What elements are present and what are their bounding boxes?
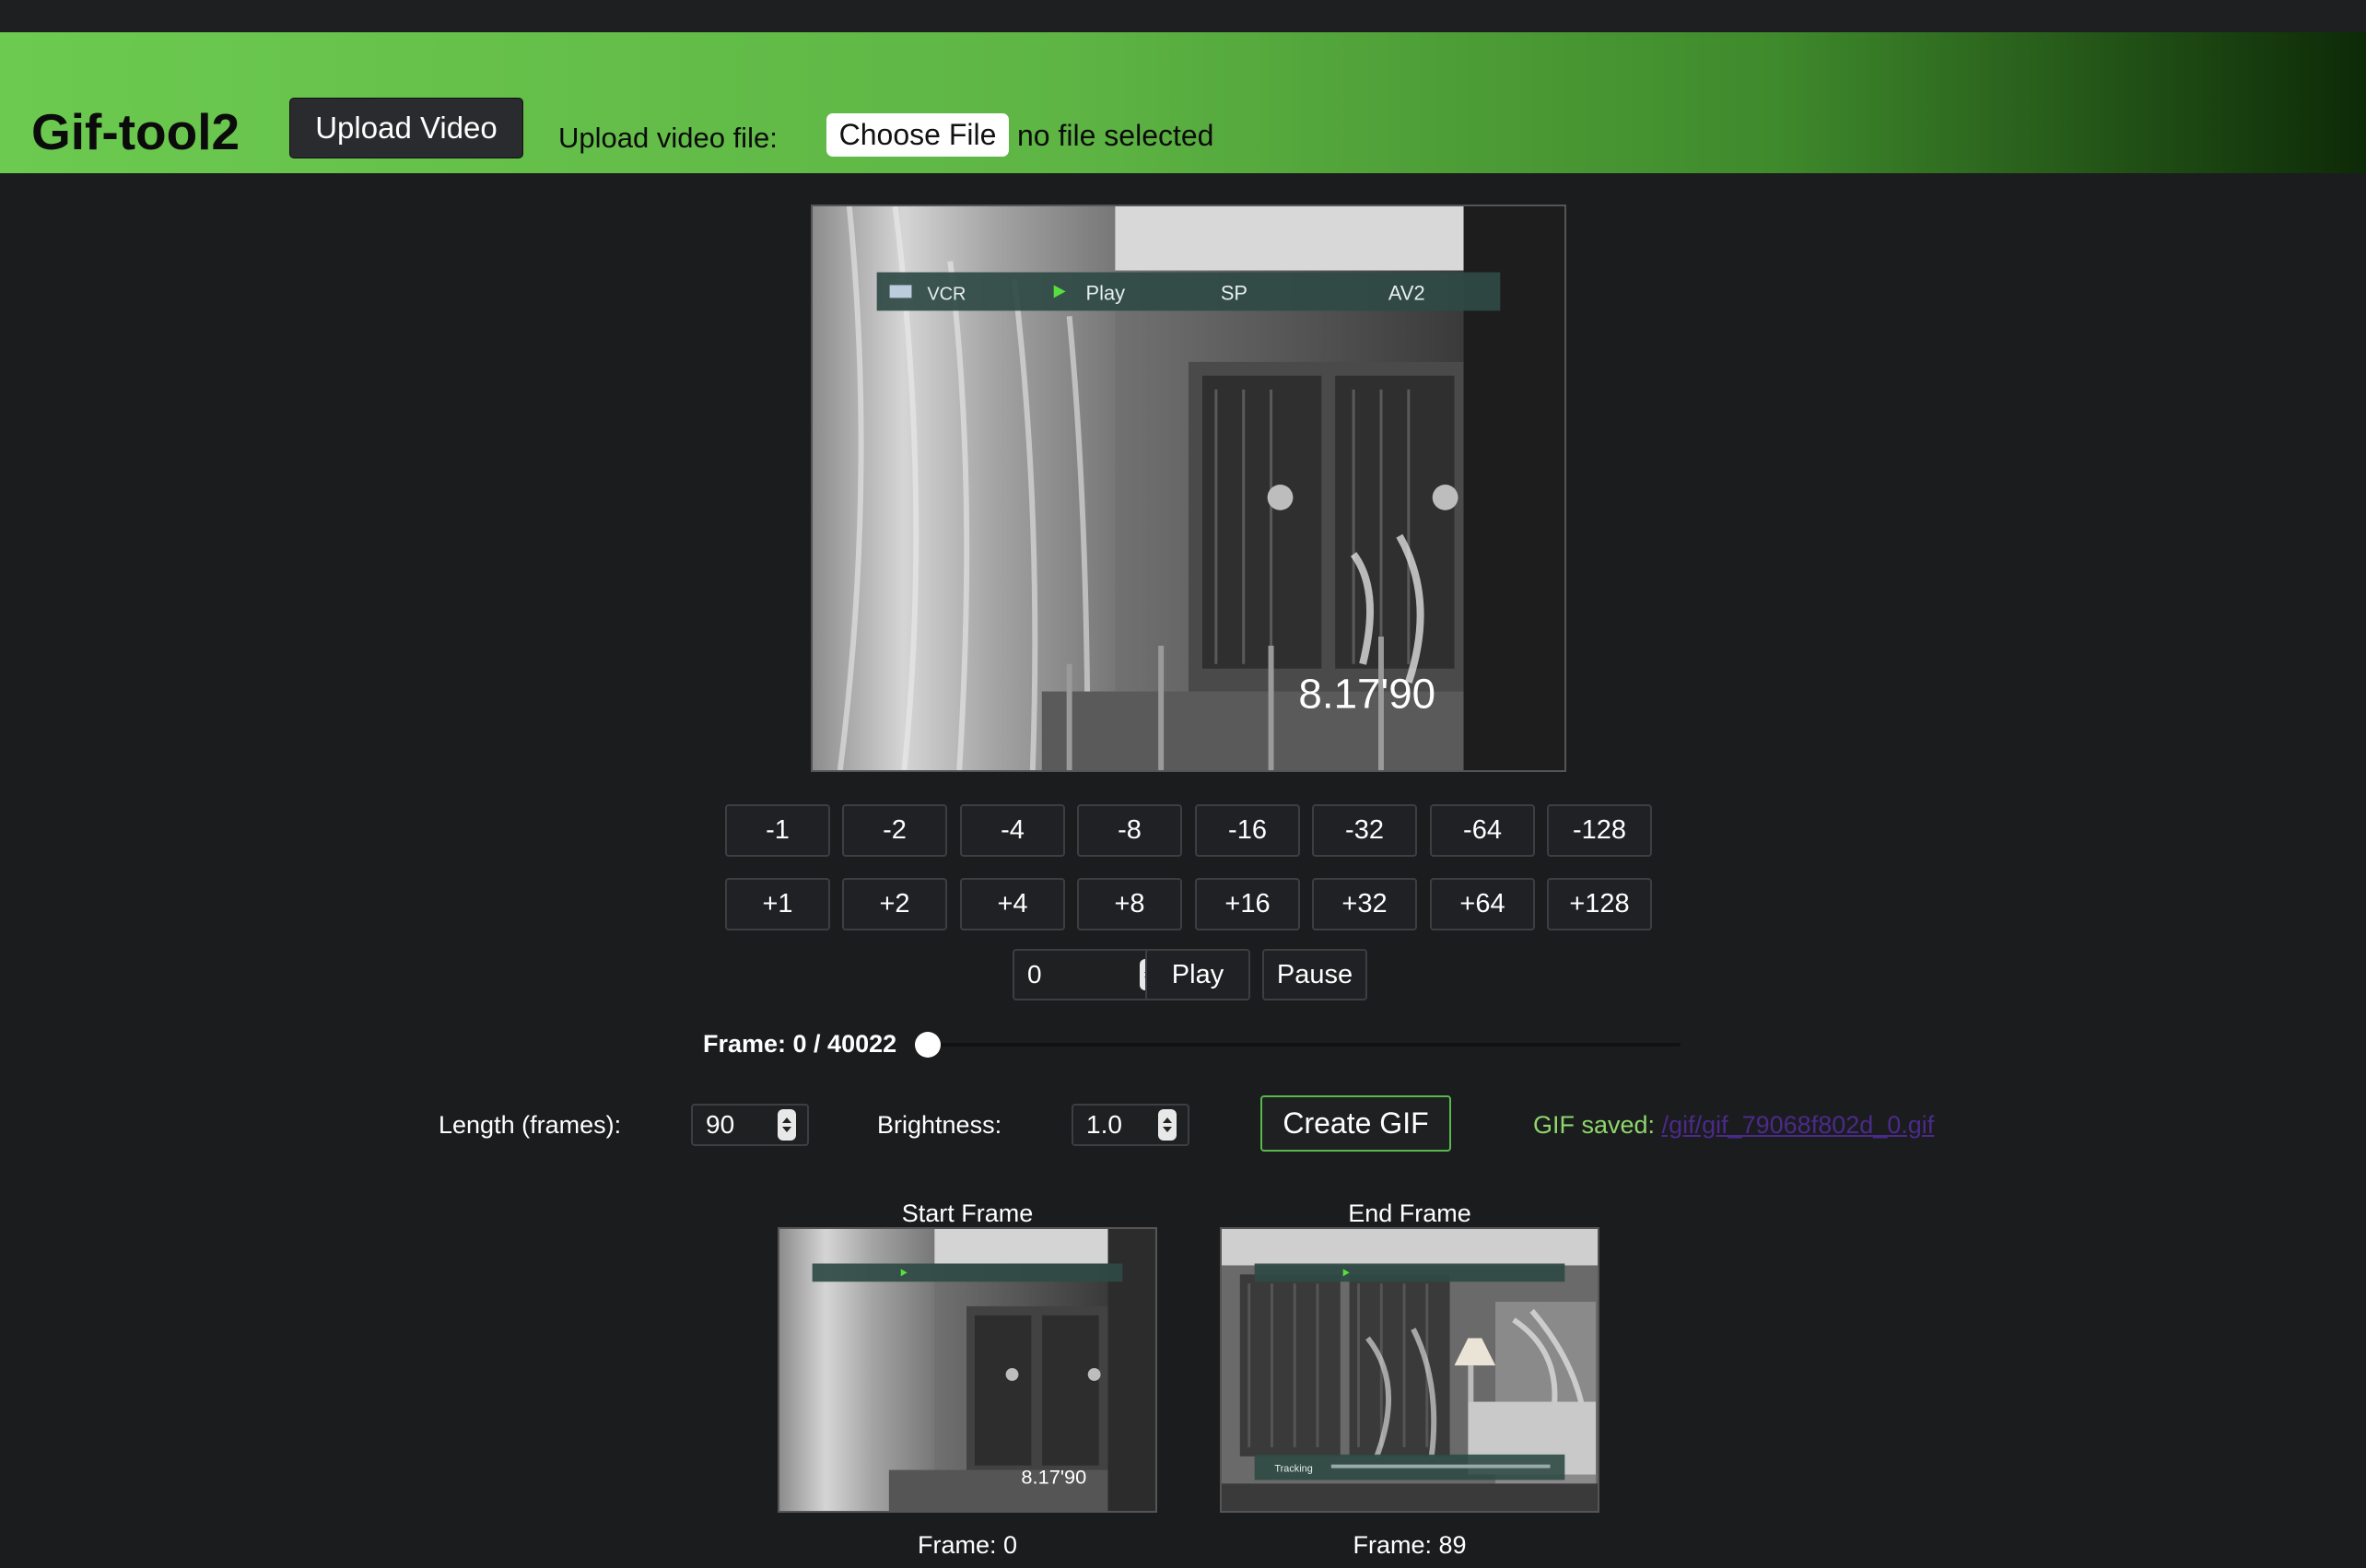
length-value: 90 xyxy=(706,1110,735,1139)
upload-video-button[interactable]: Upload Video xyxy=(289,98,523,158)
start-frame-title: Start Frame xyxy=(901,1199,1034,1227)
window-top-strip xyxy=(0,0,2366,32)
video-timestamp: 8.17'90 xyxy=(1298,670,1435,717)
step-back-2-button[interactable]: -2 xyxy=(842,804,947,857)
step-forward-8-button[interactable]: +8 xyxy=(1077,878,1182,930)
gif-saved-label: GIF saved: xyxy=(1533,1111,1656,1139)
start-frame-thumbnail: 8.17'90 xyxy=(778,1227,1157,1513)
video-preview: VCR Play SP AV2 8.17'90 xyxy=(811,205,1566,772)
step-forward-4-button[interactable]: +4 xyxy=(960,878,1065,930)
osd-mode-text: Play xyxy=(1086,281,1126,304)
brightness-value: 1.0 xyxy=(1086,1110,1122,1139)
start-thumb-timestamp: 8.17'90 xyxy=(1021,1465,1086,1488)
start-frame-number: Frame: 0 xyxy=(917,1531,1018,1559)
upload-file-label: Upload video file: xyxy=(558,122,778,154)
brightness-spinner-icon[interactable] xyxy=(1158,1109,1177,1141)
length-spinner-icon[interactable] xyxy=(778,1109,796,1141)
osd-source-text: VCR xyxy=(927,284,966,304)
length-label: Length (frames): xyxy=(439,1111,622,1139)
step-back-32-button[interactable]: -32 xyxy=(1312,804,1417,857)
gif-saved-status: GIF saved: /gif/gif_79068f802d_0.gif xyxy=(1533,1109,1934,1141)
brightness-input[interactable]: 1.0 xyxy=(1072,1104,1189,1146)
step-forward-2-button[interactable]: +2 xyxy=(842,878,947,930)
step-back-4-button[interactable]: -4 xyxy=(960,804,1065,857)
length-input[interactable]: 90 xyxy=(691,1104,809,1146)
file-status-text: no file selected xyxy=(1017,119,1214,152)
osd-speed-text: SP xyxy=(1221,281,1247,304)
step-back-8-button[interactable]: -8 xyxy=(1077,804,1182,857)
step-forward-128-button[interactable]: +128 xyxy=(1547,878,1652,930)
osd-input-text: AV2 xyxy=(1388,281,1425,304)
frame-counter-label: Frame: 0 / 40022 xyxy=(703,1030,897,1058)
app-header: Gif-tool2 Upload Video Upload video file… xyxy=(0,32,2366,173)
frame-slider-track[interactable] xyxy=(921,1043,1681,1047)
end-frame-thumbnail: Tracking xyxy=(1220,1227,1599,1513)
pause-button[interactable]: Pause xyxy=(1262,949,1367,1000)
frame-number-value: 0 xyxy=(1027,960,1042,989)
gif-saved-link[interactable]: /gif/gif_79068f802d_0.gif xyxy=(1662,1111,1935,1139)
step-back-1-button[interactable]: -1 xyxy=(725,804,830,857)
play-button[interactable]: Play xyxy=(1145,949,1250,1000)
choose-file-button[interactable]: Choose File xyxy=(826,113,1009,157)
brightness-label: Brightness: xyxy=(877,1111,1002,1139)
frame-slider-thumb[interactable] xyxy=(915,1032,941,1058)
step-back-16-button[interactable]: -16 xyxy=(1195,804,1300,857)
step-forward-64-button[interactable]: +64 xyxy=(1430,878,1535,930)
end-frame-number: Frame: 89 xyxy=(1353,1531,1467,1559)
step-back-128-button[interactable]: -128 xyxy=(1547,804,1652,857)
step-forward-16-button[interactable]: +16 xyxy=(1195,878,1300,930)
step-forward-1-button[interactable]: +1 xyxy=(725,878,830,930)
step-back-64-button[interactable]: -64 xyxy=(1430,804,1535,857)
end-thumb-tracking-label: Tracking xyxy=(1274,1464,1312,1475)
app-title: Gif-tool2 xyxy=(31,103,240,160)
end-frame-title: End Frame xyxy=(1348,1199,1471,1227)
create-gif-button[interactable]: Create GIF xyxy=(1260,1095,1451,1152)
step-forward-32-button[interactable]: +32 xyxy=(1312,878,1417,930)
